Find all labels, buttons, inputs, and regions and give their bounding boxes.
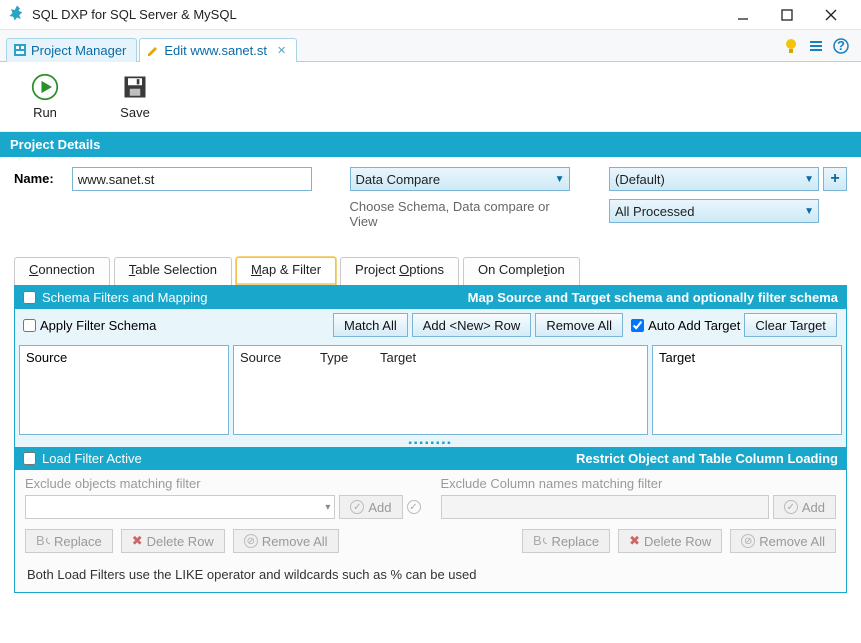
match-all-button[interactable]: Match All: [333, 313, 408, 337]
run-label: Run: [33, 105, 57, 120]
svg-text:B↺: B↺: [36, 534, 50, 548]
replace-column-button[interactable]: B↺ Replace: [522, 529, 610, 553]
apply-filter-schema-checkbox[interactable]: [23, 319, 36, 332]
inner-tabs: Connection Table Selection Map & Filter …: [0, 239, 861, 285]
tab-project-options[interactable]: Project Options: [340, 257, 459, 285]
save-button[interactable]: Save: [110, 73, 160, 120]
horizontal-splitter[interactable]: ▪▪▪▪▪▪▪▪: [15, 439, 846, 447]
delete-column-row-button[interactable]: ✖ Delete Row: [618, 529, 722, 553]
tab-map-filter[interactable]: Map & Filter: [236, 257, 336, 285]
tab-edit-project-label: Edit www.sanet.st: [164, 43, 267, 58]
schema-filters-toolbar: Apply Filter Schema Match All Add <New> …: [15, 309, 846, 341]
exclude-columns-label: Exclude Column names matching filter: [441, 476, 837, 491]
delete-icon: ✖: [132, 533, 143, 549]
chevron-down-icon: ▼: [555, 174, 565, 185]
chevron-down-icon: ▼: [804, 174, 814, 185]
target-schema-list[interactable]: Target: [652, 345, 842, 435]
remove-icon: ⊘: [741, 534, 755, 548]
replace-object-button[interactable]: B↺ Replace: [25, 529, 113, 553]
replace-icon: B↺: [36, 534, 50, 548]
profile-combo[interactable]: (Default) ▼: [609, 167, 819, 191]
tab-table-selection[interactable]: Table Selection: [114, 257, 232, 285]
schema-filters-title: Schema Filters and Mapping: [42, 290, 207, 305]
exclude-objects-label: Exclude objects matching filter: [25, 476, 421, 491]
section-project-details: Project Details: [0, 132, 861, 157]
help-icon[interactable]: ?: [833, 38, 849, 54]
remove-icon: ⊘: [244, 534, 258, 548]
load-filter-active-checkbox[interactable]: [23, 452, 36, 465]
load-filter-subtitle: Restrict Object and Table Column Loading: [576, 451, 838, 466]
column-source: Source: [26, 350, 222, 365]
column-source2: Source: [240, 350, 310, 365]
app-icon: [8, 4, 26, 25]
compare-type-value: Data Compare: [356, 172, 441, 187]
source-schema-list[interactable]: Source: [19, 345, 229, 435]
delete-object-row-button[interactable]: ✖ Delete Row: [121, 529, 225, 553]
remove-all-button[interactable]: Remove All: [535, 313, 623, 337]
load-filter-grid: Exclude objects matching filter ▾ ✓ Add …: [15, 470, 846, 523]
check-icon: ✓: [784, 500, 798, 514]
auto-add-target-label: Auto Add Target: [648, 318, 740, 333]
column-target: Target: [380, 350, 416, 365]
tips-icon[interactable]: [783, 38, 799, 54]
add-new-row-button[interactable]: Add <New> Row: [412, 313, 532, 337]
clear-target-button[interactable]: Clear Target: [744, 313, 837, 337]
load-filter-footnote: Both Load Filters use the LIKE operator …: [15, 559, 846, 592]
schema-filters-header: Schema Filters and Mapping Map Source an…: [15, 286, 846, 309]
check-icon: ✓: [350, 500, 364, 514]
close-button[interactable]: [809, 1, 853, 29]
edit-icon: [146, 43, 160, 57]
replace-icon: B↺: [533, 534, 547, 548]
delete-icon: ✖: [629, 533, 640, 549]
map-filter-panel: Schema Filters and Mapping Map Source an…: [14, 285, 847, 593]
project-properties-row: Name: Data Compare ▼ Choose Schema, Data…: [0, 157, 861, 239]
add-profile-button[interactable]: +: [823, 167, 847, 191]
svg-text:?: ?: [837, 38, 845, 53]
schema-filters-checkbox[interactable]: [23, 291, 36, 304]
tab-edit-project[interactable]: Edit www.sanet.st ✕: [139, 38, 297, 62]
chevron-down-icon: ▾: [325, 502, 330, 513]
processed-combo[interactable]: All Processed ▼: [609, 199, 819, 223]
load-filter-title: Load Filter Active: [42, 451, 142, 466]
run-button[interactable]: Run: [20, 73, 70, 120]
toolbar: Run Save: [0, 62, 861, 132]
compare-type-combo[interactable]: Data Compare ▼: [350, 167, 570, 191]
menu-icon[interactable]: [808, 38, 824, 54]
remove-all-objects-button[interactable]: ⊘ Remove All: [233, 529, 339, 553]
schema-filters-subtitle: Map Source and Target schema and optiona…: [468, 290, 838, 305]
minimize-button[interactable]: [721, 1, 765, 29]
svg-text:B↺: B↺: [533, 534, 547, 548]
tab-connection[interactable]: Connection: [14, 257, 110, 285]
mapping-list[interactable]: Source Type Target: [233, 345, 648, 435]
add-object-filter-button[interactable]: ✓ Add: [339, 495, 402, 519]
schema-filters-body: Source Source Type Target Target: [15, 341, 846, 439]
compare-hint: Choose Schema, Data compare or View: [350, 199, 581, 229]
window-title: SQL DXP for SQL Server & MySQL: [32, 7, 237, 22]
tab-on-completion[interactable]: On Completion: [463, 257, 580, 285]
column-target2: Target: [659, 350, 835, 365]
save-label: Save: [120, 105, 150, 120]
project-manager-icon: [13, 43, 27, 57]
load-filter-buttons: B↺ Replace ✖ Delete Row ⊘ Remove All B↺ …: [15, 523, 846, 559]
add-column-filter-button[interactable]: ✓ Add: [773, 495, 836, 519]
top-tab-row: Project Manager Edit www.sanet.st ✕ ?: [0, 30, 861, 62]
column-type: Type: [320, 350, 370, 365]
exclude-columns-input[interactable]: [441, 495, 769, 519]
apply-icon[interactable]: ✓: [407, 500, 421, 514]
tab-project-manager-label: Project Manager: [31, 43, 126, 58]
tab-close-icon[interactable]: ✕: [277, 44, 286, 57]
titlebar: SQL DXP for SQL Server & MySQL: [0, 0, 861, 30]
auto-add-target-checkbox[interactable]: [631, 319, 644, 332]
remove-all-columns-button[interactable]: ⊘ Remove All: [730, 529, 836, 553]
apply-filter-schema-label: Apply Filter Schema: [40, 318, 156, 333]
load-filter-header: Load Filter Active Restrict Object and T…: [15, 447, 846, 470]
chevron-down-icon: ▼: [804, 206, 814, 217]
name-input[interactable]: [72, 167, 312, 191]
exclude-objects-combo[interactable]: ▾: [25, 495, 335, 519]
name-label: Name:: [14, 167, 54, 186]
tab-project-manager[interactable]: Project Manager: [6, 38, 137, 62]
processed-value: All Processed: [615, 204, 694, 219]
profile-value: (Default): [615, 172, 665, 187]
maximize-button[interactable]: [765, 1, 809, 29]
